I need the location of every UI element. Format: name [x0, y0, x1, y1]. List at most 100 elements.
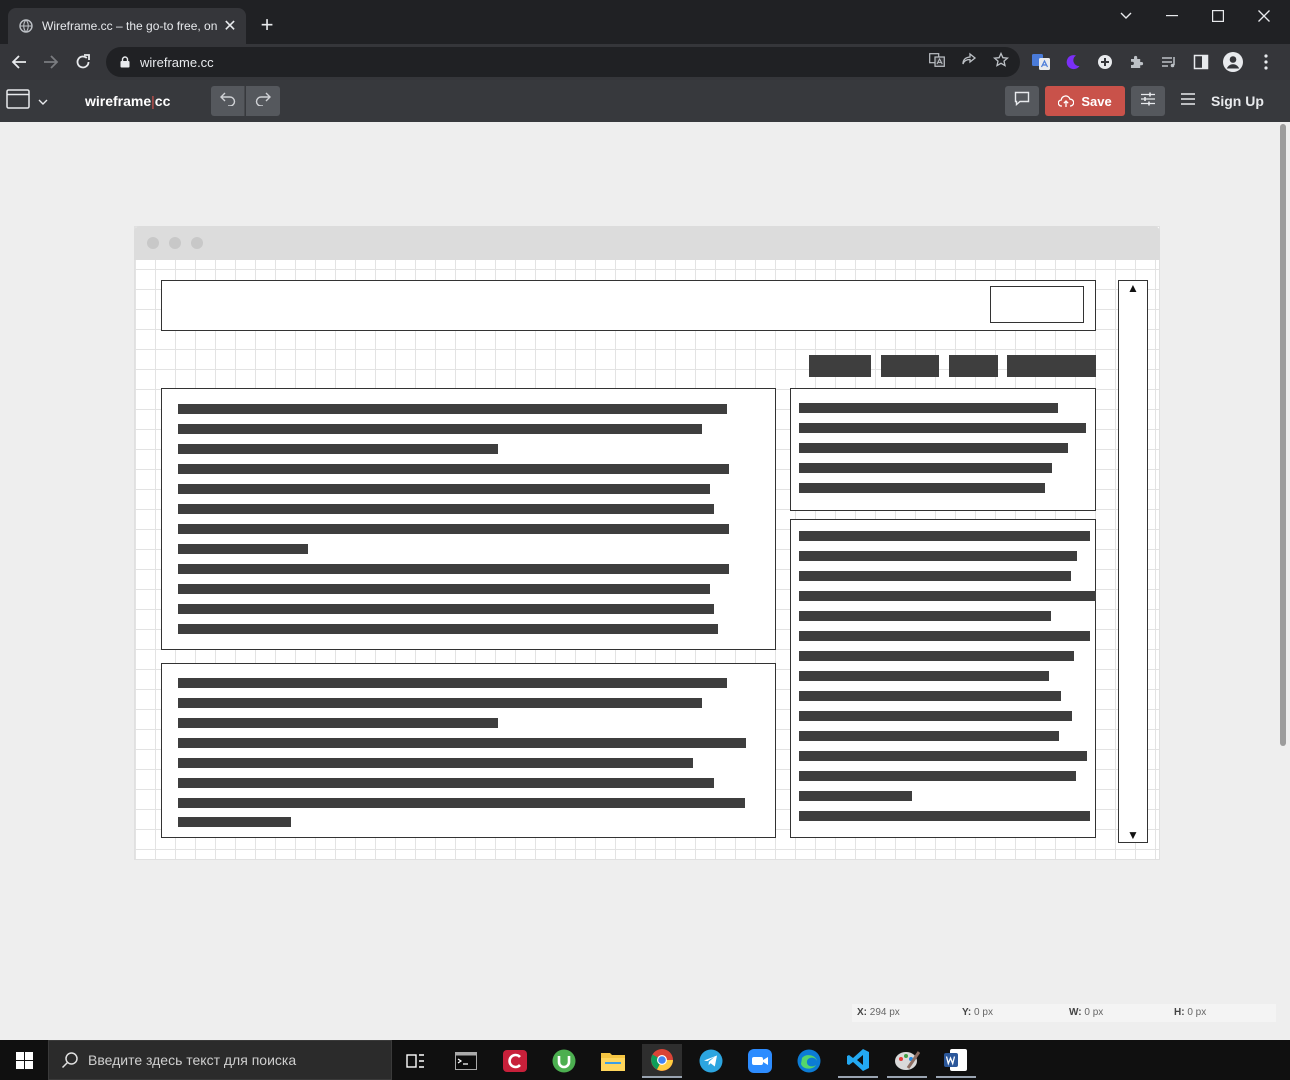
wireframe-text-line — [799, 403, 1058, 413]
media-queue-icon[interactable] — [1159, 52, 1179, 72]
task-view-icon[interactable] — [396, 1044, 436, 1078]
status-y: Y: 0 px — [962, 1007, 993, 1018]
scroll-up-arrow-icon[interactable]: ▲ — [1119, 281, 1147, 295]
paint-icon[interactable] — [887, 1044, 927, 1078]
settings-button[interactable] — [1131, 86, 1165, 116]
coordinates-status-bar: X: 294 px Y: 0 px W: 0 px H: 0 px — [852, 1004, 1276, 1022]
share-icon[interactable] — [959, 50, 979, 70]
windows-taskbar: Введите здесь текст для поиска — [0, 1040, 1290, 1080]
wireframe-text-line — [799, 751, 1087, 761]
wireframe-sidebar-block[interactable] — [790, 519, 1096, 838]
wireframe-nav-item[interactable] — [1007, 355, 1096, 377]
wireframe-text-block[interactable] — [161, 663, 776, 838]
vscode-icon[interactable] — [838, 1044, 878, 1078]
forward-icon[interactable] — [39, 50, 63, 74]
minimize-icon[interactable] — [1149, 4, 1195, 28]
tab-search-icon[interactable] — [1103, 4, 1149, 28]
wireframe-text-line — [178, 404, 727, 414]
wireframe-text-line — [178, 678, 727, 688]
url-text[interactable]: wireframe.cc — [140, 55, 214, 70]
telegram-icon[interactable] — [691, 1044, 731, 1078]
window-dot — [147, 237, 159, 249]
add-circle-extension-icon[interactable] — [1095, 52, 1115, 72]
sign-up-link[interactable]: Sign Up — [1211, 93, 1264, 109]
save-button[interactable]: Save — [1045, 86, 1125, 116]
wireframe-nav-item[interactable] — [809, 355, 871, 377]
wireframe-text-line — [178, 524, 729, 534]
wireframe-sidebar-block[interactable] — [790, 388, 1096, 511]
wireframe-nav-item[interactable] — [949, 355, 998, 377]
browser-tab[interactable]: Wireframe.cc – the go-to free, on ✕ — [8, 8, 246, 44]
chrome-menu-icon[interactable] — [1256, 52, 1276, 72]
reload-icon[interactable] — [71, 50, 95, 74]
redo-icon — [255, 92, 271, 111]
google-translate-extension-icon[interactable] — [1031, 52, 1051, 72]
wireframe-text-line — [799, 791, 912, 801]
globe-icon — [18, 18, 34, 34]
wireframe-text-line — [799, 443, 1068, 453]
wireframe-text-line — [799, 651, 1074, 661]
translate-icon[interactable] — [927, 50, 947, 70]
scroll-down-arrow-icon[interactable]: ▼ — [1119, 828, 1147, 842]
edge-icon[interactable] — [789, 1044, 829, 1078]
dark-mode-moon-icon[interactable] — [1063, 52, 1083, 72]
wireframe-text-line — [799, 611, 1051, 621]
taskbar-search-box[interactable]: Введите здесь текст для поиска — [48, 1040, 392, 1080]
wireframe-text-line — [178, 584, 710, 594]
wireframe-header-input[interactable] — [990, 286, 1084, 323]
word-icon[interactable] — [936, 1044, 976, 1078]
back-icon[interactable] — [7, 50, 31, 74]
chevron-down-icon — [38, 92, 48, 110]
ccleaner-icon[interactable] — [495, 1044, 535, 1078]
side-panel-icon[interactable] — [1191, 52, 1211, 72]
wireframe-text-line — [799, 691, 1061, 701]
wireframe-text-line — [178, 698, 702, 708]
wireframe-text-line — [799, 731, 1059, 741]
wireframe-text-line — [799, 711, 1072, 721]
status-x: X: 294 px — [857, 1007, 900, 1018]
wireframe-text-line — [178, 738, 746, 748]
tab-close-icon[interactable]: ✕ — [222, 16, 238, 36]
terminal-icon[interactable] — [446, 1044, 486, 1078]
page-type-menu[interactable] — [6, 88, 50, 112]
undo-button[interactable] — [211, 86, 245, 116]
new-tab-button[interactable]: + — [256, 14, 278, 36]
wireframe-text-line — [799, 671, 1049, 681]
wireframe-text-line — [178, 778, 714, 788]
browser-tab-title: Wireframe.cc – the go-to free, on — [42, 19, 218, 33]
hamburger-menu-icon[interactable] — [1180, 92, 1198, 110]
zoom-icon[interactable] — [740, 1044, 780, 1078]
wireframe-text-line — [178, 484, 710, 494]
wireframe-header-box[interactable] — [161, 280, 1096, 331]
wireframe-text-block[interactable] — [161, 388, 776, 650]
chrome-icon[interactable] — [642, 1044, 682, 1078]
app-toolbar: wireframe|cc Save Sign Up — [0, 80, 1290, 122]
redo-button[interactable] — [246, 86, 280, 116]
wireframe-text-line — [799, 811, 1090, 821]
comment-button[interactable] — [1005, 86, 1039, 116]
extensions-puzzle-icon[interactable] — [1127, 52, 1147, 72]
address-bar[interactable]: wireframe.cc — [106, 47, 1020, 77]
wireframe-text-line — [178, 504, 714, 514]
maximize-icon[interactable] — [1195, 4, 1241, 28]
window-dot — [169, 237, 181, 249]
page-scrollbar-thumb[interactable] — [1280, 124, 1286, 746]
lock-icon[interactable] — [118, 55, 132, 69]
wireframe-text-line — [799, 591, 1096, 601]
wireframe-text-line — [178, 464, 729, 474]
windows-start-icon[interactable] — [0, 1040, 48, 1080]
wireframe-text-line — [178, 624, 718, 634]
file-explorer-icon[interactable] — [593, 1044, 633, 1078]
window-close-icon[interactable] — [1241, 4, 1287, 28]
wireframe-scrollbar[interactable]: ▲ ▼ — [1118, 280, 1148, 843]
wireframe-text-line — [178, 718, 498, 728]
wireframe-text-line — [799, 423, 1086, 433]
profile-avatar-icon[interactable] — [1223, 52, 1243, 72]
bookmark-star-icon[interactable] — [991, 50, 1011, 70]
utorrent-icon[interactable] — [544, 1044, 584, 1078]
wireframe-canvas[interactable]: ▲ ▼ — [134, 226, 1160, 860]
app-logo[interactable]: wireframe|cc — [85, 93, 170, 109]
page-scrollbar[interactable] — [1277, 122, 1290, 1002]
wireframe-nav-item[interactable] — [881, 355, 939, 377]
wireframe-text-line — [178, 604, 714, 614]
